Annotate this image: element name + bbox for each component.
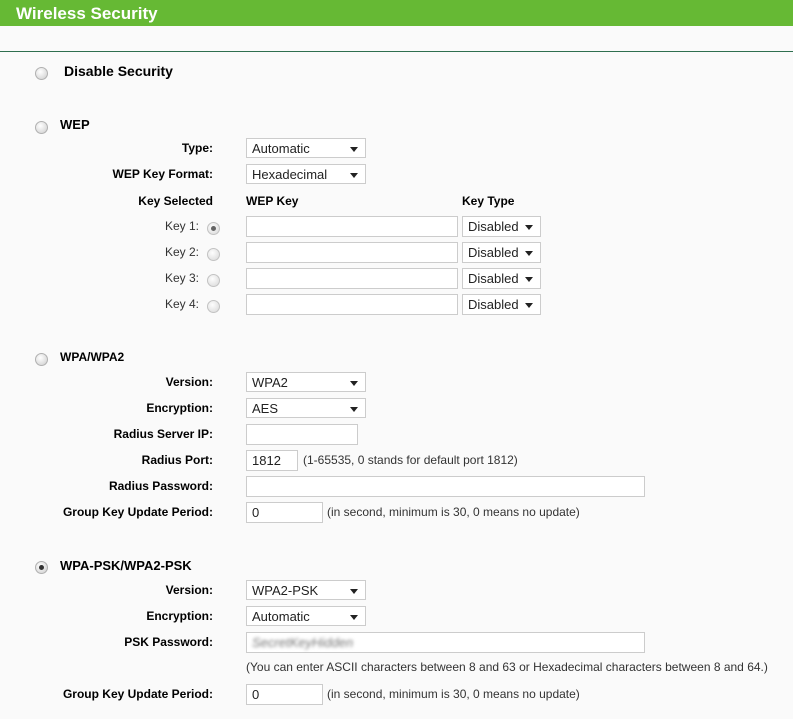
wep-key-input[interactable] xyxy=(246,294,458,315)
wep-key-input[interactable] xyxy=(246,242,458,263)
radius-password-label: Radius Password: xyxy=(108,479,213,493)
radius-port-note: (1-65535, 0 stands for default port 1812… xyxy=(303,453,518,467)
radius-ip-label: Radius Server IP: xyxy=(113,427,213,441)
chevron-down-icon xyxy=(525,277,533,282)
wpa-encryption-value: AES xyxy=(252,401,279,416)
psk-version-value: WPA2-PSK xyxy=(252,583,319,598)
key-type-value: Disabled xyxy=(468,245,519,260)
chevron-down-icon xyxy=(350,615,358,620)
wep-format-value: Hexadecimal xyxy=(252,167,328,182)
wpa-group-key-input[interactable]: 0 xyxy=(246,502,323,523)
key-type-select[interactable]: Disabled xyxy=(462,268,541,289)
psk-encryption-select[interactable]: Automatic xyxy=(246,606,366,626)
wpa-version-select[interactable]: WPA2 xyxy=(246,372,366,392)
wep-type-label: Type: xyxy=(181,141,213,155)
radius-ip-input[interactable] xyxy=(246,424,358,445)
chevron-down-icon xyxy=(350,381,358,386)
wpa-label: WPA/WPA2 xyxy=(60,350,125,364)
wpa-group-key-note: (in second, minimum is 30, 0 means no up… xyxy=(327,505,580,519)
psk-group-key-label: Group Key Update Period: xyxy=(62,687,213,701)
key-label: Key 4: xyxy=(164,297,199,311)
wep-type-value: Automatic xyxy=(252,141,310,156)
wpa-radio[interactable] xyxy=(35,353,48,366)
wpa-version-label: Version: xyxy=(165,375,213,389)
key-select-radio[interactable] xyxy=(207,248,220,261)
wpa-version-value: WPA2 xyxy=(252,375,288,390)
psk-label: WPA-PSK/WPA2-PSK xyxy=(60,558,192,573)
page-header: Wireless Security xyxy=(0,0,793,26)
radius-port-label: Radius Port: xyxy=(141,453,213,467)
chevron-down-icon xyxy=(350,173,358,178)
chevron-down-icon xyxy=(525,251,533,256)
divider xyxy=(0,51,793,52)
wep-radio[interactable] xyxy=(35,121,48,134)
key-type-value: Disabled xyxy=(468,271,519,286)
psk-encryption-label: Encryption: xyxy=(146,609,213,623)
key-type-value: Disabled xyxy=(468,297,519,312)
chevron-down-icon xyxy=(525,303,533,308)
wep-format-select[interactable]: Hexadecimal xyxy=(246,164,366,184)
wep-label: WEP xyxy=(60,117,90,132)
psk-password-note: (You can enter ASCII characters between … xyxy=(246,660,768,674)
psk-encryption-value: Automatic xyxy=(252,609,310,624)
wep-format-label: WEP Key Format: xyxy=(112,167,213,181)
key-select-radio[interactable] xyxy=(207,222,220,235)
wpa-encryption-select[interactable]: AES xyxy=(246,398,366,418)
wpa-group-key-label: Group Key Update Period: xyxy=(62,505,213,519)
key-label: Key 2: xyxy=(164,245,199,259)
psk-group-key-input[interactable]: 0 xyxy=(246,684,323,705)
key-type-header: Key Type xyxy=(462,194,515,208)
chevron-down-icon xyxy=(350,589,358,594)
radius-port-input[interactable]: 1812 xyxy=(246,450,298,471)
page-title: Wireless Security xyxy=(16,4,158,23)
psk-version-label: Version: xyxy=(165,583,213,597)
key-type-select[interactable]: Disabled xyxy=(462,242,541,263)
psk-password-value: SecretKeyHidden xyxy=(252,635,354,650)
chevron-down-icon xyxy=(350,147,358,152)
key-type-value: Disabled xyxy=(468,219,519,234)
disable-security-label: Disable Security xyxy=(64,63,173,79)
key-select-radio[interactable] xyxy=(207,274,220,287)
psk-password-label: PSK Password: xyxy=(124,635,213,649)
chevron-down-icon xyxy=(525,225,533,230)
psk-radio[interactable] xyxy=(35,561,48,574)
chevron-down-icon xyxy=(350,407,358,412)
psk-group-key-note: (in second, minimum is 30, 0 means no up… xyxy=(327,687,580,701)
key-type-select[interactable]: Disabled xyxy=(462,216,541,237)
disable-security-radio[interactable] xyxy=(35,67,48,80)
wep-key-input[interactable] xyxy=(246,216,458,237)
radius-password-input[interactable] xyxy=(246,476,645,497)
wep-key-header: WEP Key xyxy=(246,194,299,208)
psk-version-select[interactable]: WPA2-PSK xyxy=(246,580,366,600)
key-label: Key 3: xyxy=(164,271,199,285)
psk-password-input[interactable]: SecretKeyHidden xyxy=(246,632,645,653)
key-label: Key 1: xyxy=(164,219,199,233)
wpa-encryption-label: Encryption: xyxy=(146,401,213,415)
wep-key-input[interactable] xyxy=(246,268,458,289)
wep-type-select[interactable]: Automatic xyxy=(246,138,366,158)
key-select-radio[interactable] xyxy=(207,300,220,313)
key-selected-header: Key Selected xyxy=(138,194,213,208)
key-type-select[interactable]: Disabled xyxy=(462,294,541,315)
